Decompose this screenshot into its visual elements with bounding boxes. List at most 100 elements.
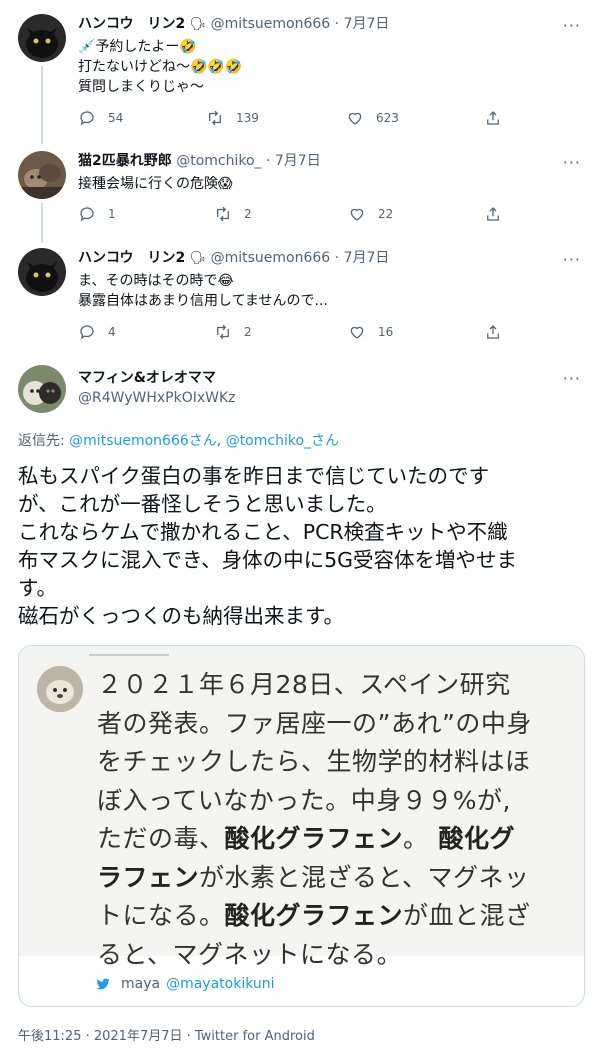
like-count: 16 [378,325,394,339]
tweet-actions: 54 139 623 [78,109,508,129]
tweet-text: ま、その時はその時で😂 暴露自体はあまり信用してませんので... [78,271,328,311]
share-button[interactable] [484,323,514,341]
heart-icon [350,208,364,221]
retweet-button[interactable]: 139 [206,109,259,127]
tweet-text: 💉予約したよー🤣 打たないけどね〜🤣🤣🤣 質問しまくりじゃ〜 [78,37,242,97]
share-icon [487,325,499,339]
image-crop-edge [89,646,169,656]
reply-to-label: 返信先: [18,433,70,449]
retweet-icon [209,110,221,126]
user-handle[interactable]: @mitsuemon666 [211,16,331,32]
card-author-name: maya [121,976,161,992]
display-name[interactable]: ハンコウ リン2 [78,16,185,32]
user-handle[interactable]: @tomchiko_ [176,153,261,169]
like-button[interactable]: 16 [348,323,393,341]
card-text-segment: 。 [403,824,429,853]
card-image[interactable]: ２０２１年６月28日、スペイン研究 者の発表。ファ居座一の”あれ”の中身 をチェ… [19,646,584,969]
card-text-line: ると、マグネットになる。 [97,939,403,969]
tweet-line: 打たないけどね〜🤣🤣🤣 [78,59,243,75]
more-options-icon[interactable]: ··· [563,252,581,268]
card-text-bold: 酸化グラフェン [224,901,404,930]
reply-icon [80,111,94,126]
card-text-segment: トになる。 [97,901,225,930]
reply-count: 1 [108,207,116,221]
like-count: 623 [376,111,399,125]
tweet-actions: 1 2 22 [78,205,508,225]
tweet-text: 接種会場に行くの危険😱 [78,174,233,194]
retweet-count: 2 [244,207,252,221]
reply-to-user-link[interactable]: @tomchiko_さん [226,433,339,449]
tweet-line: 💉予約したよー🤣 [78,39,197,55]
card-text-line: ただの毒、酸化グラフェン。 酸化グ [97,820,532,859]
tweet-line: これならケムで撒かれること、PCR検査キットや不織 [18,520,508,544]
twitter-bird-icon [96,978,110,990]
card-text-bold: 酸化グラフェン [224,824,404,853]
like-button[interactable]: 22 [348,205,393,223]
avatar[interactable] [18,365,66,413]
share-button[interactable] [484,205,514,223]
tweet-line: 布マスクに混入でき、身体の中に5G受容体を増やせま [18,548,517,572]
more-options-icon[interactable]: ··· [563,371,581,387]
heart-icon [350,326,364,339]
user-handle[interactable]: @R4WyWHxPkOIxWKz [78,389,236,407]
reply-to-user-link[interactable]: @mitsuemon666さん [69,433,217,449]
card-image-text: ２０２１年６月28日、スペイン研究 者の発表。ファ居座一の”あれ”の中身 をチェ… [97,666,532,974]
card-text-segment: が血と混ざ [403,901,531,930]
tweet-line: が、これが一番怪しそうと思いました。 [18,492,387,516]
card-text-segment: が水素と混ざると、マグネッ [199,862,530,892]
retweet-icon [217,206,229,222]
share-button[interactable] [484,109,514,127]
tweet-header: ハンコウ リン2 🗣 @mitsuemon666 · 7月7日 [78,249,389,268]
tweet-timestamp[interactable]: 午後11:25 · 2021年7月7日 · Twitter for Androi… [18,1025,315,1044]
retweet-count: 139 [236,111,259,125]
card-text-line: ラフェンが水素と混ざると、マグネッ [97,859,532,898]
card-author-handle[interactable]: @mayatokikuni [166,976,274,992]
reply-button[interactable]: 4 [78,323,116,341]
avatar[interactable] [18,248,66,296]
card-text-segment: ただの毒、 [97,824,225,853]
tweet-line: 暴露自体はあまり信用してませんので... [78,293,328,309]
share-icon [487,111,499,125]
speaking-head-icon: 🗣 [189,251,207,266]
reply-count: 4 [108,325,116,339]
tweet-line: す。 [18,576,57,600]
reply-button[interactable]: 54 [78,109,123,127]
tweet-date[interactable]: · 7月7日 [335,16,390,32]
tweet-header: ハンコウ リン2 🗣 @mitsuemon666 · 7月7日 [78,15,389,34]
display-name[interactable]: ハンコウ リン2 [78,250,185,266]
tweet-line: 質問しまくりじゃ〜 [78,79,204,95]
reply-button[interactable]: 1 [78,205,116,223]
card-avatar [37,666,83,712]
avatar[interactable] [18,151,66,199]
avatar[interactable] [18,14,66,62]
thread-line [41,66,43,144]
retweet-button[interactable]: 2 [214,323,252,341]
tweet-line: 私もスパイク蛋白の事を昨日まで信じていたのです [18,464,490,488]
reply-to-separator: , [216,433,226,449]
reply-icon [80,207,94,222]
card-text-bold: 酸化グ [438,824,516,853]
tweet-date[interactable]: · 7月7日 [266,153,321,169]
media-card[interactable]: ２０２１年６月28日、スペイン研究 者の発表。ファ居座一の”あれ”の中身 をチェ… [18,645,585,1007]
card-text-line: トになる。酸化グラフェンが血と混ざ [97,897,532,936]
thread-line [41,203,43,243]
tweet-line: 磁石がくっつくのも納得出来ます。 [18,604,344,628]
more-options-icon[interactable]: ··· [563,18,581,34]
like-button[interactable]: 623 [346,109,399,127]
display-name[interactable]: マフィン&オレオママ [78,369,236,387]
tweet-date[interactable]: · 7月7日 [335,250,390,266]
tweet-line: ま、その時はその時で😂 [78,273,234,289]
retweet-button[interactable]: 2 [214,205,252,223]
tweet-text: 私もスパイク蛋白の事を昨日まで信じていたのです が、これが一番怪しそうと思いまし… [18,462,588,630]
card-text-line: ２０２１年６月28日、スペイン研究 [97,670,511,699]
retweet-icon [217,324,229,340]
display-name[interactable]: 猫2匹暴れ野郎 [78,153,172,169]
card-text-line: をチェックしたら、生物学的材料はほ [97,747,531,776]
like-count: 22 [378,207,394,221]
more-options-icon[interactable]: ··· [563,155,581,171]
card-footer[interactable]: maya @mayatokikuni [95,976,275,992]
tweet-line: 接種会場に行くの危険😱 [78,176,233,192]
reply-to-line: 返信先: @mitsuemon666さん, @tomchiko_さん [18,430,339,450]
user-handle[interactable]: @mitsuemon666 [211,250,331,266]
heart-icon [348,112,362,125]
